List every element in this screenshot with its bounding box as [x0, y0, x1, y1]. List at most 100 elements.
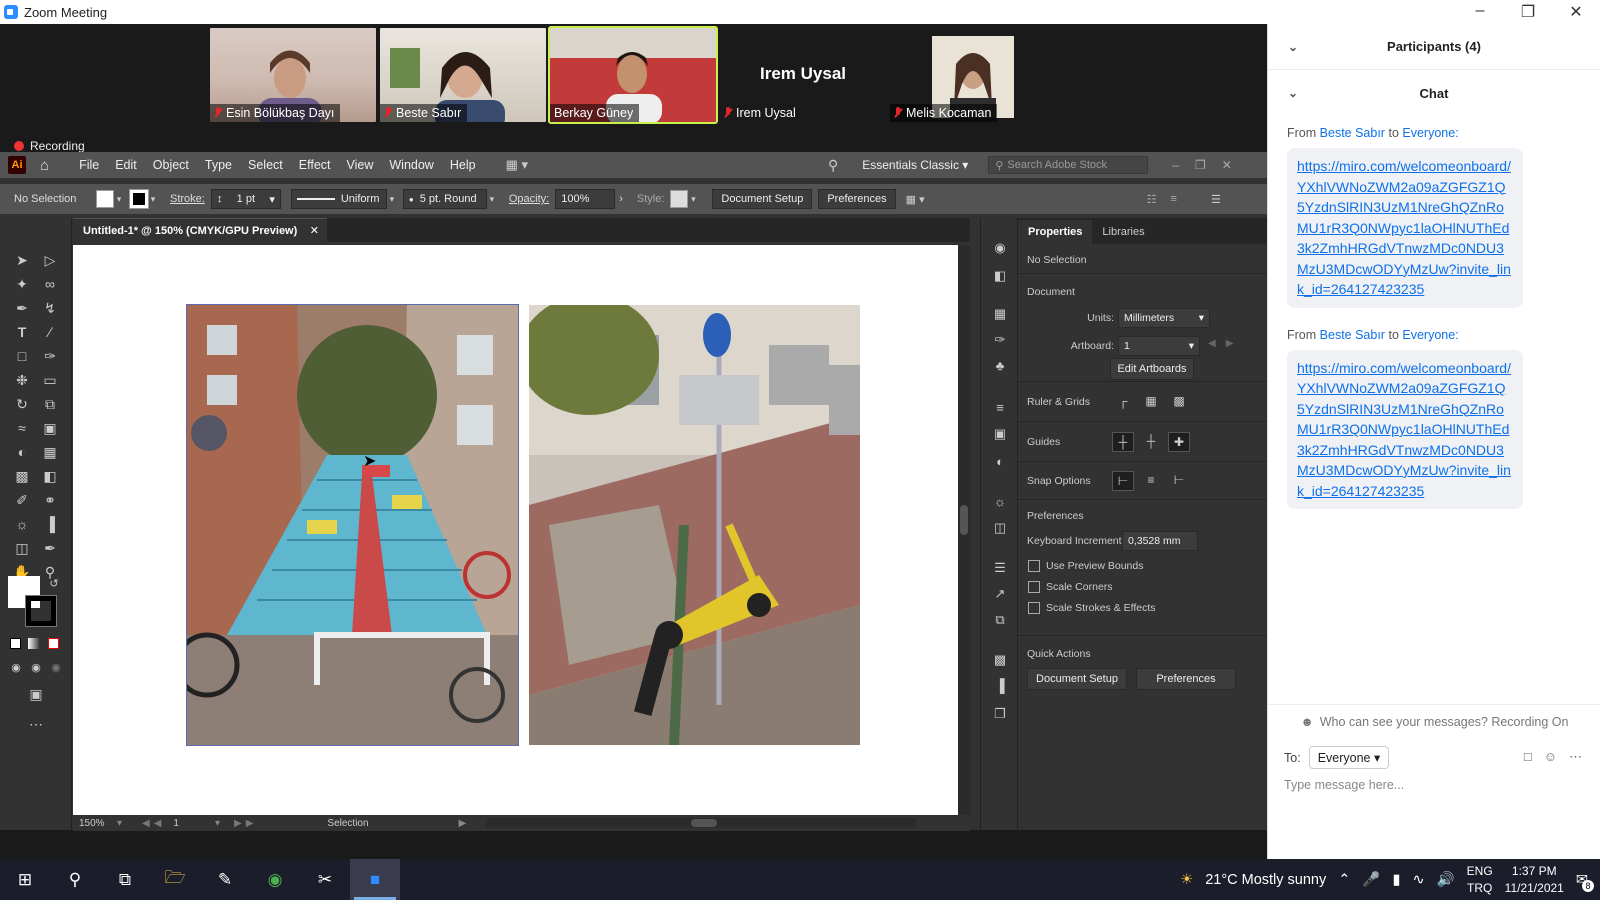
- draw-inside-icon[interactable]: ◉: [46, 658, 66, 678]
- video-tile[interactable]: Irem Uysal Irem Uysal: [720, 28, 886, 122]
- opacity-label[interactable]: Opacity:: [509, 193, 549, 205]
- stroke-panel-icon[interactable]: ≡: [991, 400, 1009, 416]
- artboards-panel-icon[interactable]: ⧉: [991, 612, 1009, 628]
- rotate-tool-icon[interactable]: ↻: [12, 394, 32, 414]
- scale-strokes-checkbox[interactable]: Scale Strokes & Effects: [1028, 602, 1156, 614]
- menu-help[interactable]: Help: [442, 158, 484, 172]
- magic-wand-tool-icon[interactable]: ✦: [12, 274, 32, 294]
- swap-colors-icon[interactable]: ↺: [44, 574, 64, 594]
- free-transform-tool-icon[interactable]: ▣: [40, 418, 60, 438]
- align-icon[interactable]: ≡: [1171, 193, 1177, 205]
- weather-text[interactable]: 21°C Mostly sunny: [1205, 872, 1326, 888]
- chrome-icon[interactable]: ◉: [250, 859, 300, 900]
- style-dropdown[interactable]: ▾: [688, 194, 698, 205]
- snap-to-point-icon[interactable]: ⊢: [1112, 470, 1134, 491]
- emoji-icon[interactable]: ☺: [1544, 749, 1557, 765]
- lasso-tool-icon[interactable]: ∞: [40, 274, 60, 294]
- minimize-button[interactable]: –: [1456, 2, 1504, 22]
- qa-preferences-button[interactable]: Preferences: [1136, 668, 1236, 690]
- video-tile[interactable]: Melis Kocaman: [890, 28, 1056, 122]
- graphic-style-swatch[interactable]: [670, 190, 689, 208]
- lock-guides-icon[interactable]: ┼: [1140, 432, 1162, 452]
- zoom-dropdown[interactable]: ▾: [117, 818, 122, 829]
- swatches-icon[interactable]: ▦: [991, 306, 1009, 322]
- scale-tool-icon[interactable]: ⧉: [40, 394, 60, 414]
- message-link[interactable]: https://miro.com/welcomeonboard/YXhlVWNo…: [1297, 158, 1511, 297]
- line-tool-icon[interactable]: ∕: [40, 322, 60, 342]
- artboard-select[interactable]: 1 ▾: [1118, 336, 1200, 356]
- menu-edit[interactable]: Edit: [107, 158, 145, 172]
- column-graph-tool-icon[interactable]: ▐: [40, 514, 60, 534]
- smart-guides-icon[interactable]: ✚: [1168, 431, 1190, 452]
- shaper-tool-icon[interactable]: ❉: [12, 370, 32, 390]
- artboard-dropdown[interactable]: ▾: [215, 818, 220, 829]
- pathfinder-icon[interactable]: ❐: [991, 706, 1009, 722]
- chevron-down-icon[interactable]: ⌄: [1288, 40, 1298, 54]
- shape-builder-tool-icon[interactable]: ◐: [12, 442, 32, 462]
- asset-export-icon[interactable]: ↗: [991, 586, 1009, 602]
- color-guide-icon[interactable]: ◧: [991, 268, 1009, 284]
- units-select[interactable]: Millimeters ▾: [1118, 308, 1210, 328]
- document-tab[interactable]: Untitled-1* @ 150% (CMYK/GPU Preview) ✕: [73, 218, 327, 242]
- video-tile-active-speaker[interactable]: Berkay Güney: [548, 26, 718, 124]
- horizontal-scrollbar[interactable]: [486, 818, 917, 828]
- color-mode-icon[interactable]: [10, 638, 21, 649]
- chevron-down-icon[interactable]: ⌄: [1288, 86, 1298, 100]
- stepper-icon[interactable]: ↕: [217, 193, 223, 205]
- microphone-icon[interactable]: 🎤: [1362, 871, 1380, 888]
- width-tool-icon[interactable]: ≈: [12, 418, 32, 438]
- snap-to-grid-icon[interactable]: ≡: [1140, 471, 1162, 491]
- chat-input[interactable]: Type message here...: [1284, 778, 1404, 792]
- chat-header[interactable]: ⌄ Chat: [1268, 70, 1600, 116]
- document-setup-button[interactable]: Document Setup: [712, 189, 813, 209]
- symbol-sprayer-tool-icon[interactable]: ☼: [12, 514, 32, 534]
- grid-icon[interactable]: ▦: [1140, 392, 1162, 412]
- brush-dropdown[interactable]: ▾: [487, 194, 497, 205]
- menu-object[interactable]: Object: [145, 158, 197, 172]
- artboard-tool-icon[interactable]: ◫: [12, 538, 32, 558]
- transparency-icon[interactable]: ◐: [991, 454, 1009, 470]
- align-panel-icon[interactable]: ▐: [991, 678, 1009, 694]
- preferences-button[interactable]: Preferences: [818, 189, 896, 209]
- notifications-icon[interactable]: ✉ 8: [1576, 872, 1594, 892]
- message-visibility-note[interactable]: ☻ Who can see your messages? Recording On: [1268, 704, 1600, 738]
- task-view-icon[interactable]: ⧉: [100, 859, 150, 900]
- transparency-grid-icon[interactable]: ▩: [1168, 392, 1190, 412]
- paintbrush-tool-icon[interactable]: ✑: [40, 346, 60, 366]
- close-document-icon[interactable]: ✕: [310, 224, 319, 237]
- zoom-level[interactable]: 150%: [79, 818, 117, 829]
- artboard-prev-next-icons[interactable]: ◀▶: [1208, 338, 1243, 349]
- menu-select[interactable]: Select: [240, 158, 291, 172]
- eraser-tool-icon[interactable]: ▭: [40, 370, 60, 390]
- draw-behind-icon[interactable]: ◉: [26, 658, 46, 678]
- profile-dropdown[interactable]: ▾: [387, 194, 397, 205]
- start-icon[interactable]: ⊞: [0, 859, 50, 900]
- sender-name[interactable]: Beste Sabır: [1320, 126, 1385, 140]
- restore-button[interactable]: ❐: [1504, 2, 1552, 22]
- close-button[interactable]: ✕: [1552, 2, 1600, 22]
- stroke-weight-field[interactable]: ↕ 1 pt ▾: [210, 189, 281, 209]
- pen-tool-icon[interactable]: ✒: [12, 298, 32, 318]
- transform-panel-icon[interactable]: ▩: [991, 652, 1009, 668]
- scale-corners-checkbox[interactable]: Scale Corners: [1028, 581, 1156, 593]
- artboard-nav-next[interactable]: ▶▶: [234, 818, 257, 829]
- opacity-field[interactable]: 100%: [555, 189, 616, 209]
- rulers-icon[interactable]: ┌: [1112, 392, 1134, 412]
- stroke-swatch[interactable]: [129, 189, 149, 209]
- edit-artboards-button[interactable]: Edit Artboards: [1110, 358, 1194, 380]
- perspective-grid-tool-icon[interactable]: ▦: [40, 442, 60, 462]
- recipient-name[interactable]: Everyone:: [1402, 126, 1458, 140]
- message-link[interactable]: https://miro.com/welcomeonboard/YXhlVWNo…: [1297, 360, 1511, 499]
- slice-tool-icon[interactable]: ✒: [40, 538, 60, 558]
- paint-icon[interactable]: ✎: [200, 859, 250, 900]
- mesh-tool-icon[interactable]: ▩: [12, 466, 32, 486]
- curvature-tool-icon[interactable]: ↯: [40, 298, 60, 318]
- show-guides-icon[interactable]: ┼: [1112, 431, 1134, 452]
- variable-width-profile[interactable]: Uniform: [290, 189, 387, 209]
- stroke-dropdown[interactable]: ▾: [148, 194, 158, 205]
- fill-dropdown[interactable]: ▾: [114, 194, 124, 205]
- canvas[interactable]: ➤: [73, 245, 958, 815]
- lightbulb-icon[interactable]: ⚲: [828, 157, 838, 174]
- video-tile[interactable]: Esin Bölükbaş Dayı: [210, 28, 376, 122]
- gradient-tool-icon[interactable]: ◧: [40, 466, 60, 486]
